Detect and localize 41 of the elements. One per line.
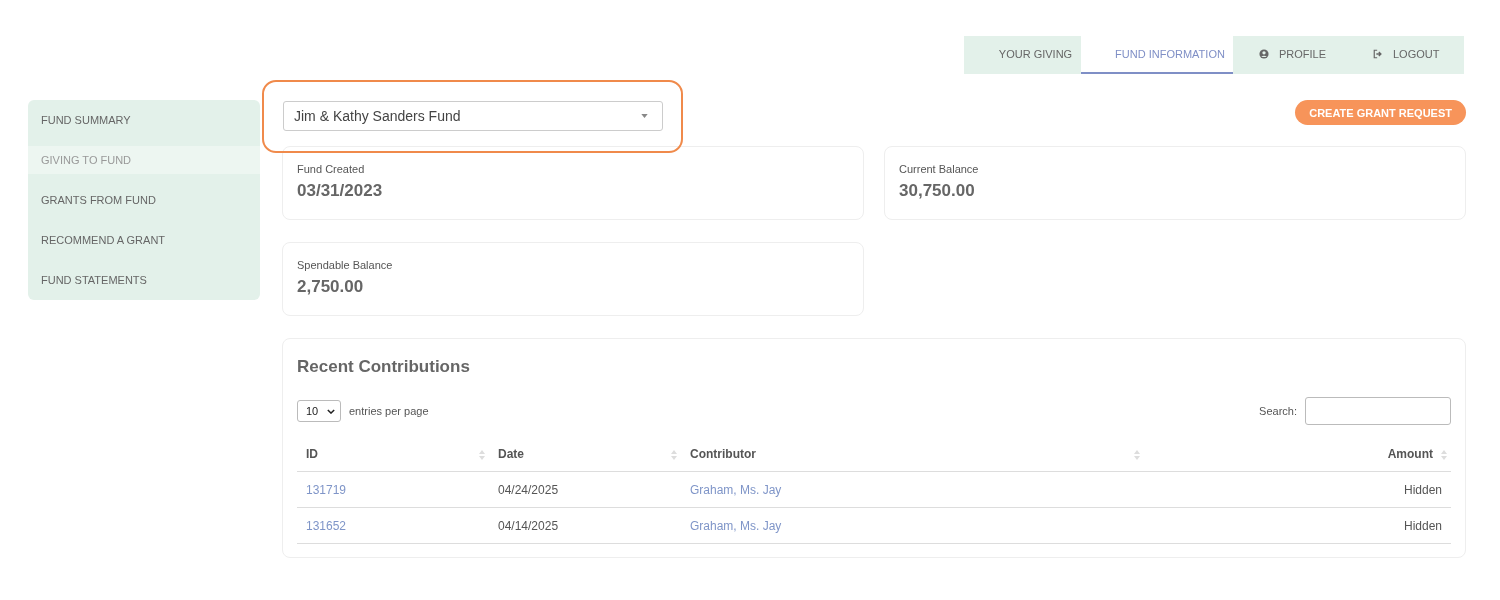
stat-label: Spendable Balance (297, 259, 394, 271)
page-size-label: entries per page (349, 405, 429, 417)
stat-value: 2,750.00 (297, 277, 365, 297)
sidebar-item[interactable]: GRANTS FROM FUND (28, 180, 260, 220)
sort-icon (1134, 450, 1141, 460)
table-link[interactable]: Graham, Ms. Jay (690, 518, 782, 533)
stat-label: Current Balance (899, 163, 980, 175)
column-header[interactable]: Date (498, 447, 524, 461)
table-cell: Hidden (1403, 518, 1442, 533)
nav-tab[interactable]: LOGOUT (1347, 36, 1464, 74)
column-header[interactable]: Contributor (690, 447, 756, 461)
sidebar-item[interactable]: GIVING TO FUND (28, 146, 260, 174)
nav-tab[interactable]: YOUR GIVING (964, 36, 1081, 74)
sidebar-item[interactable]: RECOMMEND A GRANT (28, 220, 260, 260)
column-header[interactable]: ID (306, 447, 318, 461)
caret-icon (641, 114, 648, 118)
sort-icon (1441, 450, 1447, 460)
table-link[interactable]: 131652 (306, 518, 347, 533)
stat-value: 30,750.00 (899, 181, 976, 201)
sidebar-item[interactable]: FUND STATEMENTS (28, 260, 260, 300)
nav-tab[interactable]: PROFILE (1233, 36, 1347, 74)
logout-icon (1373, 49, 1383, 59)
search-label: Search: (1259, 405, 1297, 417)
section-title: Recent Contributions (297, 357, 471, 377)
nav-tab[interactable]: FUND INFORMATION (1081, 36, 1233, 74)
table-cell: 04/24/2025 (498, 482, 559, 497)
chevron-icon (327, 408, 335, 414)
search-field[interactable] (1305, 397, 1451, 425)
sidebar-item[interactable]: FUND SUMMARY (28, 100, 260, 140)
page-size-select[interactable]: 10 (297, 400, 341, 422)
column-header[interactable]: Amount (1387, 447, 1433, 461)
stat-value: 03/31/2023 (297, 181, 384, 201)
table-link[interactable]: 131719 (306, 482, 347, 497)
table-cell: 04/14/2025 (498, 518, 559, 533)
stat-label: Fund Created (297, 163, 366, 175)
table-cell: Hidden (1403, 482, 1442, 497)
user-icon (1259, 49, 1269, 59)
fund-dropdown[interactable]: Jim & Kathy Sanders Fund (283, 101, 663, 131)
table-link[interactable]: Graham, Ms. Jay (690, 482, 782, 497)
sort-icon (671, 450, 677, 460)
sort-icon (479, 450, 485, 460)
